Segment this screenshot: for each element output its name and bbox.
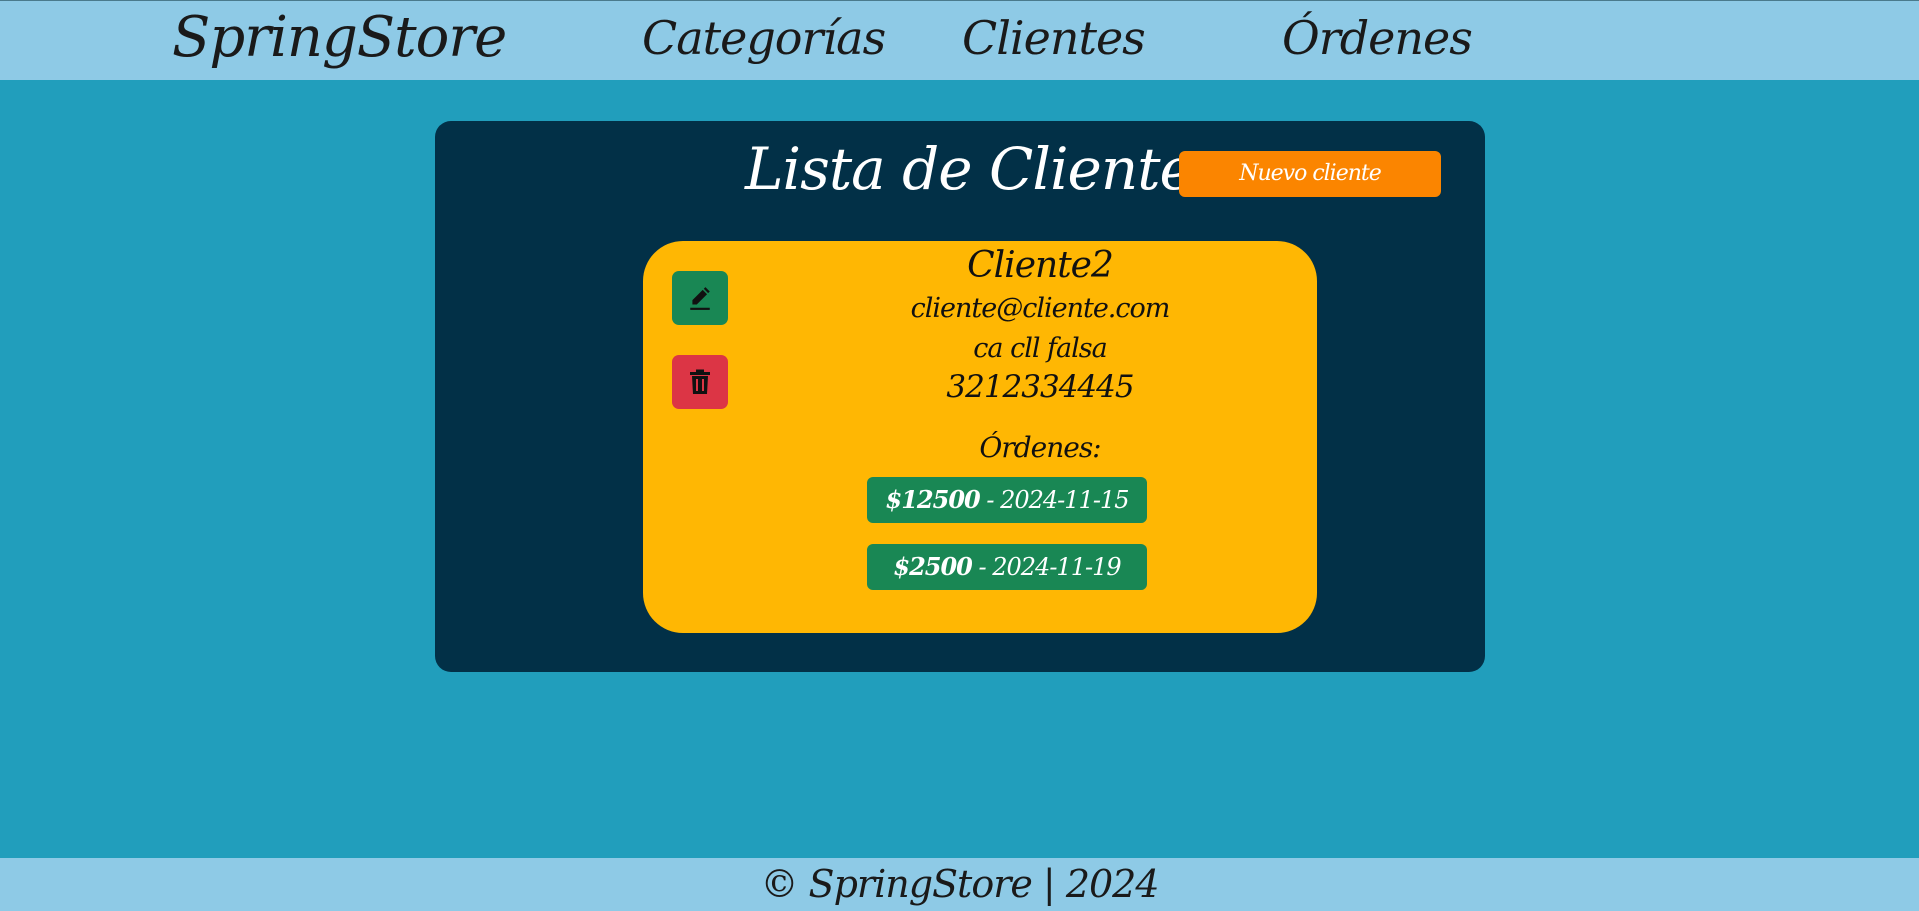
footer: © SpringStore | 2024 [0,858,1919,911]
client-list-panel: Lista de Clientes Nuevo cliente Cliente2… [435,121,1485,672]
order-date: - 2024-11-19 [971,553,1122,581]
order-button[interactable]: $2500 - 2024-11-19 [867,544,1147,590]
client-address: ca cll falsa [973,333,1107,364]
new-client-button[interactable]: Nuevo cliente [1179,151,1441,197]
brand-link[interactable]: SpringStore [172,5,507,70]
order-button[interactable]: $12500 - 2024-11-15 [867,477,1147,523]
orders-label: Órdenes: [979,431,1101,464]
nav-link-ordenes[interactable]: Órdenes [1282,11,1473,65]
order-amount: $2500 [893,552,972,581]
order-date: - 2024-11-15 [979,486,1129,514]
navbar: SpringStore Categorías Clientes Órdenes [0,0,1919,80]
order-amount: $12500 [885,485,981,514]
page-title: Lista de Clientes [745,135,1223,203]
nav-link-clientes[interactable]: Clientes [962,11,1146,65]
client-phone: 3212334445 [946,369,1134,405]
nav-link-categorias[interactable]: Categorías [642,11,886,65]
client-email: cliente@cliente.com [910,293,1171,324]
client-name: Cliente2 [967,245,1114,286]
client-card: Cliente2 cliente@cliente.com ca cll fals… [643,241,1317,633]
